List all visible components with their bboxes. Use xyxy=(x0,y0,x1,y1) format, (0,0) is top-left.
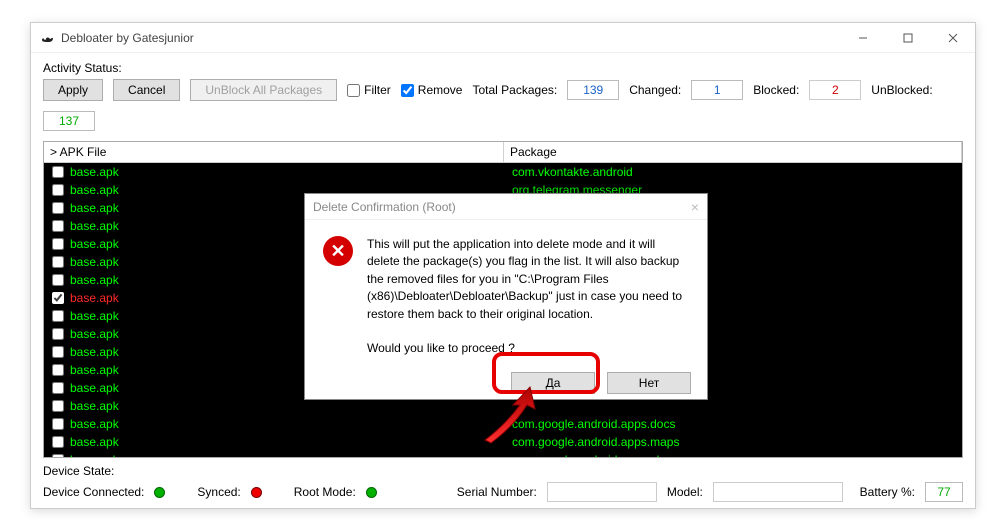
filter-label: Filter xyxy=(364,83,391,97)
table-row[interactable]: base.apk com.vkontakte.android xyxy=(44,163,962,181)
battery-label: Battery %: xyxy=(860,485,915,499)
maximize-button[interactable] xyxy=(885,23,930,53)
apk-file-cell: base.apk xyxy=(70,343,119,361)
apk-file-cell: base.apk xyxy=(70,181,119,199)
device-connected-dot xyxy=(154,487,165,498)
blocked-label: Blocked: xyxy=(753,83,799,97)
changed-value: 1 xyxy=(691,80,743,100)
titlebar: Debloater by Gatesjunior xyxy=(31,23,975,53)
apk-file-cell: base.apk xyxy=(70,235,119,253)
window-title: Debloater by Gatesjunior xyxy=(61,31,840,45)
apk-file-cell: base.apk xyxy=(70,307,119,325)
dialog-close-icon[interactable]: × xyxy=(691,199,699,215)
dialog-no-button[interactable]: Нет xyxy=(607,372,691,394)
serial-number-field xyxy=(547,482,657,502)
row-checkbox[interactable] xyxy=(52,400,64,412)
dialog-title: Delete Confirmation (Root) xyxy=(313,200,456,214)
apply-button[interactable]: Apply xyxy=(43,79,103,101)
dialog-question: Would you like to proceed ? xyxy=(367,340,689,357)
row-checkbox[interactable] xyxy=(52,238,64,250)
row-checkbox[interactable] xyxy=(52,436,64,448)
filter-checkbox-input[interactable] xyxy=(347,84,360,97)
apk-file-cell: base.apk xyxy=(70,397,119,415)
row-checkbox[interactable] xyxy=(52,382,64,394)
apk-file-cell: base.apk xyxy=(70,325,119,343)
row-checkbox[interactable] xyxy=(52,454,64,457)
synced-dot xyxy=(251,487,262,498)
row-checkbox[interactable] xyxy=(52,418,64,430)
apk-file-cell: base.apk xyxy=(70,433,119,451)
row-checkbox[interactable] xyxy=(52,364,64,376)
package-cell: com.google.android.apps.docs xyxy=(512,417,675,431)
model-label: Model: xyxy=(667,485,703,499)
total-packages-label: Total Packages: xyxy=(472,83,557,97)
dialog-text: This will put the application into delet… xyxy=(367,236,689,358)
activity-status-group: Activity Status: Apply Cancel UnBlock Al… xyxy=(43,61,963,131)
apk-file-cell: base.apk xyxy=(70,199,119,217)
row-checkbox[interactable] xyxy=(52,184,64,196)
remove-checkbox[interactable]: Remove xyxy=(401,83,463,97)
row-checkbox[interactable] xyxy=(52,292,64,304)
app-icon xyxy=(39,30,55,46)
package-cell: com.vkontakte.android xyxy=(512,165,633,179)
apk-file-cell: base.apk xyxy=(70,253,119,271)
model-field xyxy=(713,482,843,502)
filter-checkbox[interactable]: Filter xyxy=(347,83,391,97)
minimize-button[interactable] xyxy=(840,23,885,53)
row-checkbox[interactable] xyxy=(52,166,64,178)
total-packages-value: 139 xyxy=(567,80,619,100)
table-row[interactable]: base.apk com.google.android.apps.maps xyxy=(44,433,962,451)
dialog-titlebar: Delete Confirmation (Root) × xyxy=(305,194,707,220)
apk-file-cell: base.apk xyxy=(70,379,119,397)
delete-confirmation-dialog: Delete Confirmation (Root) × ✕ This will… xyxy=(304,193,708,400)
row-checkbox[interactable] xyxy=(52,202,64,214)
row-checkbox[interactable] xyxy=(52,310,64,322)
apk-file-cell: base.apk xyxy=(70,217,119,235)
device-connected-label: Device Connected: xyxy=(43,485,144,499)
root-mode-label: Root Mode: xyxy=(294,485,356,499)
cancel-button[interactable]: Cancel xyxy=(113,79,180,101)
apk-file-cell: base.apk xyxy=(70,361,119,379)
column-apk-file[interactable]: > APK File xyxy=(44,142,504,162)
unblock-all-button[interactable]: UnBlock All Packages xyxy=(190,79,337,101)
status-bar: Device State: Device Connected: Synced: … xyxy=(43,464,963,502)
column-package[interactable]: Package xyxy=(504,142,962,162)
apk-file-cell: base.apk xyxy=(70,163,119,181)
table-row[interactable]: base.apk com.google.android.apps.plus xyxy=(44,451,962,457)
changed-label: Changed: xyxy=(629,83,681,97)
blocked-value: 2 xyxy=(809,80,861,100)
serial-number-label: Serial Number: xyxy=(457,485,537,499)
row-checkbox[interactable] xyxy=(52,328,64,340)
synced-label: Synced: xyxy=(197,485,240,499)
apk-file-cell: base.apk xyxy=(70,289,119,307)
root-mode-dot xyxy=(366,487,377,498)
error-icon: ✕ xyxy=(323,236,353,266)
unblocked-value: 137 xyxy=(43,111,95,131)
package-cell: com.google.android.apps.plus xyxy=(512,453,672,457)
device-state-label: Device State: xyxy=(43,464,963,478)
apk-file-cell: base.apk xyxy=(70,451,119,457)
remove-checkbox-input[interactable] xyxy=(401,84,414,97)
apk-file-cell: base.apk xyxy=(70,415,119,433)
row-checkbox[interactable] xyxy=(52,346,64,358)
table-row[interactable]: base.apk com.google.android.apps.docs xyxy=(44,415,962,433)
row-checkbox[interactable] xyxy=(52,220,64,232)
remove-label: Remove xyxy=(418,83,463,97)
dialog-yes-button[interactable]: Да xyxy=(511,372,595,394)
close-button[interactable] xyxy=(930,23,975,53)
activity-status-label: Activity Status: xyxy=(43,61,963,75)
row-checkbox[interactable] xyxy=(52,256,64,268)
row-checkbox[interactable] xyxy=(52,274,64,286)
table-header: > APK File Package xyxy=(44,142,962,163)
apk-file-cell: base.apk xyxy=(70,271,119,289)
package-cell: com.google.android.apps.maps xyxy=(512,435,679,449)
dialog-body: This will put the application into delet… xyxy=(367,236,689,323)
unblocked-label: UnBlocked: xyxy=(871,83,932,97)
battery-value: 77 xyxy=(925,482,963,502)
